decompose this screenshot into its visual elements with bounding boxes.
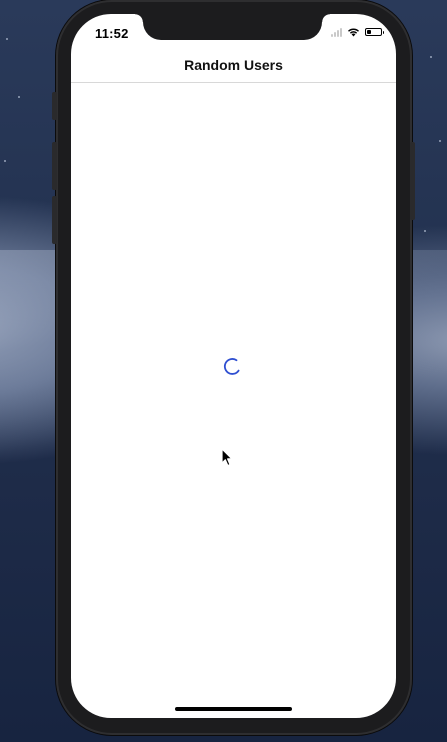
volume-down-button	[52, 196, 57, 244]
activity-spinner-icon	[223, 358, 240, 375]
status-time: 11:52	[95, 26, 129, 41]
navigation-bar: Random Users	[71, 48, 396, 83]
mute-switch	[52, 92, 57, 120]
notch	[135, 14, 330, 40]
mouse-pointer-icon	[221, 448, 233, 467]
status-icons	[331, 27, 384, 37]
wifi-icon	[348, 28, 359, 37]
volume-up-button	[52, 142, 57, 190]
home-indicator[interactable]	[175, 707, 292, 711]
battery-icon	[365, 28, 384, 36]
phone-screen: 11:52 Random Users	[71, 14, 396, 718]
nav-title: Random Users	[184, 57, 283, 73]
power-button	[410, 142, 415, 220]
cellular-signal-icon	[331, 27, 342, 37]
battery-fill	[367, 30, 371, 34]
